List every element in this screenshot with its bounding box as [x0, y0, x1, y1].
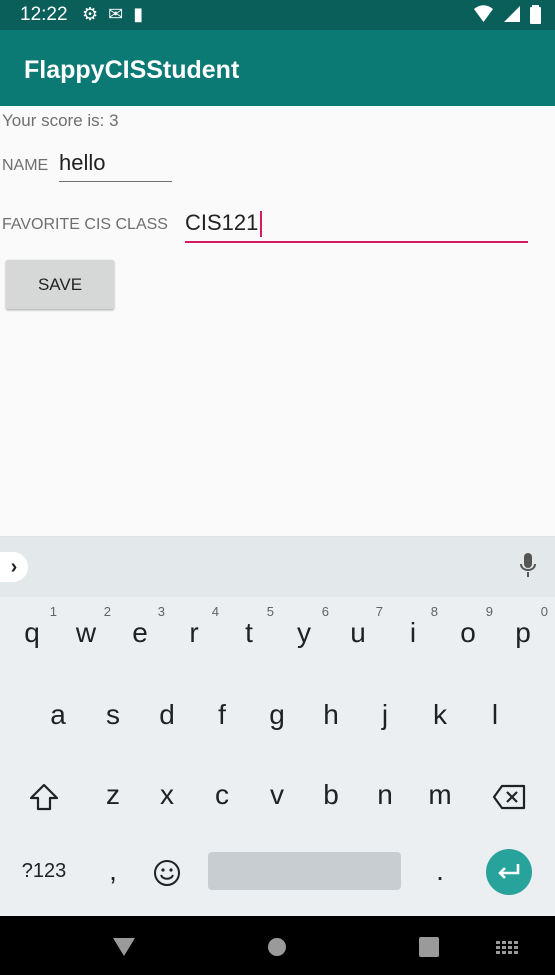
text-cursor: [260, 211, 263, 238]
recents-icon[interactable]: [419, 937, 439, 957]
space-bar[interactable]: [208, 852, 401, 890]
cell-signal-icon: [504, 6, 520, 22]
symbols-key[interactable]: ?123: [17, 841, 71, 901]
key-l[interactable]: l: [468, 685, 522, 745]
enter-icon: [498, 864, 520, 879]
key-a[interactable]: a: [31, 685, 85, 745]
emoji-key[interactable]: [140, 841, 194, 901]
key-i[interactable]: i8: [386, 603, 440, 663]
app-bar: FlappyCISStudent: [0, 30, 555, 106]
keyboard-toolbar: ›: [0, 537, 555, 597]
key-k[interactable]: k: [413, 685, 467, 745]
chevron-right-icon[interactable]: ›: [0, 552, 28, 582]
score-text: Your score is: 3: [2, 111, 119, 130]
keyboard-row-3: z x c v b n m: [0, 765, 555, 825]
battery-icon: [530, 5, 541, 24]
comma-key[interactable]: ,: [86, 841, 140, 901]
key-c[interactable]: c: [195, 765, 249, 825]
favorite-class-input[interactable]: CIS121: [185, 206, 528, 243]
key-j[interactable]: j: [358, 685, 412, 745]
keyboard-row-2: a s d f g h j k l: [0, 685, 555, 745]
key-q[interactable]: q1: [5, 603, 59, 663]
navigation-bar: [0, 916, 555, 975]
status-left-icons: ⚙ ✉ ▮: [82, 4, 143, 25]
key-z[interactable]: z: [86, 765, 140, 825]
enter-key[interactable]: [486, 849, 532, 895]
status-time: 12:22: [20, 4, 68, 25]
key-r[interactable]: r4: [167, 603, 221, 663]
key-y[interactable]: y6: [277, 603, 331, 663]
key-u[interactable]: u7: [331, 603, 385, 663]
shift-key[interactable]: [17, 765, 71, 825]
key-b[interactable]: b: [304, 765, 358, 825]
period-key[interactable]: .: [413, 841, 467, 901]
app-title: FlappyCISStudent: [24, 56, 240, 84]
key-w[interactable]: w2: [59, 603, 113, 663]
keyboard: › q1 w2 e3 r4 t5 y6 u7 i8 o9 p0 a s d f …: [0, 536, 555, 917]
favorite-class-value: CIS121: [185, 210, 259, 235]
microphone-icon[interactable]: [519, 552, 537, 578]
name-label: NAME: [2, 157, 49, 174]
key-d[interactable]: d: [140, 685, 194, 745]
key-s[interactable]: s: [86, 685, 140, 745]
key-o[interactable]: o9: [441, 603, 495, 663]
favorite-class-label: FAVORITE CIS CLASS: [2, 216, 168, 233]
name-input-value: hello: [59, 150, 106, 175]
emoji-icon: [154, 859, 180, 886]
form-content: Your score is: 3 NAME hello FAVORITE CIS…: [0, 106, 555, 536]
status-bar: 12:22 ⚙ ✉ ▮: [0, 0, 555, 30]
shift-icon: [29, 783, 59, 810]
back-icon[interactable]: [113, 938, 135, 956]
backspace-icon: [492, 784, 526, 809]
save-button[interactable]: SAVE: [6, 260, 114, 309]
key-e[interactable]: e3: [113, 603, 167, 663]
key-p[interactable]: p0: [496, 603, 550, 663]
gmail-icon: ✉: [108, 4, 124, 24]
key-m[interactable]: m: [413, 765, 467, 825]
key-h[interactable]: h: [304, 685, 358, 745]
keyboard-row-1: q1 w2 e3 r4 t5 y6 u7 i8 o9 p0: [0, 603, 555, 663]
key-n[interactable]: n: [358, 765, 412, 825]
name-input[interactable]: hello: [59, 147, 172, 182]
key-t[interactable]: t5: [222, 603, 276, 663]
settings-icon: ⚙: [82, 4, 99, 24]
wifi-icon: [474, 5, 493, 22]
key-x[interactable]: x: [140, 765, 194, 825]
key-f[interactable]: f: [195, 685, 249, 745]
keyboard-switch-icon[interactable]: [496, 941, 518, 954]
home-icon[interactable]: [268, 938, 286, 956]
status-right-icons: [473, 4, 541, 24]
key-g[interactable]: g: [250, 685, 304, 745]
sd-card-icon: ▮: [133, 4, 144, 24]
key-v[interactable]: v: [250, 765, 304, 825]
backspace-key[interactable]: [482, 765, 536, 825]
